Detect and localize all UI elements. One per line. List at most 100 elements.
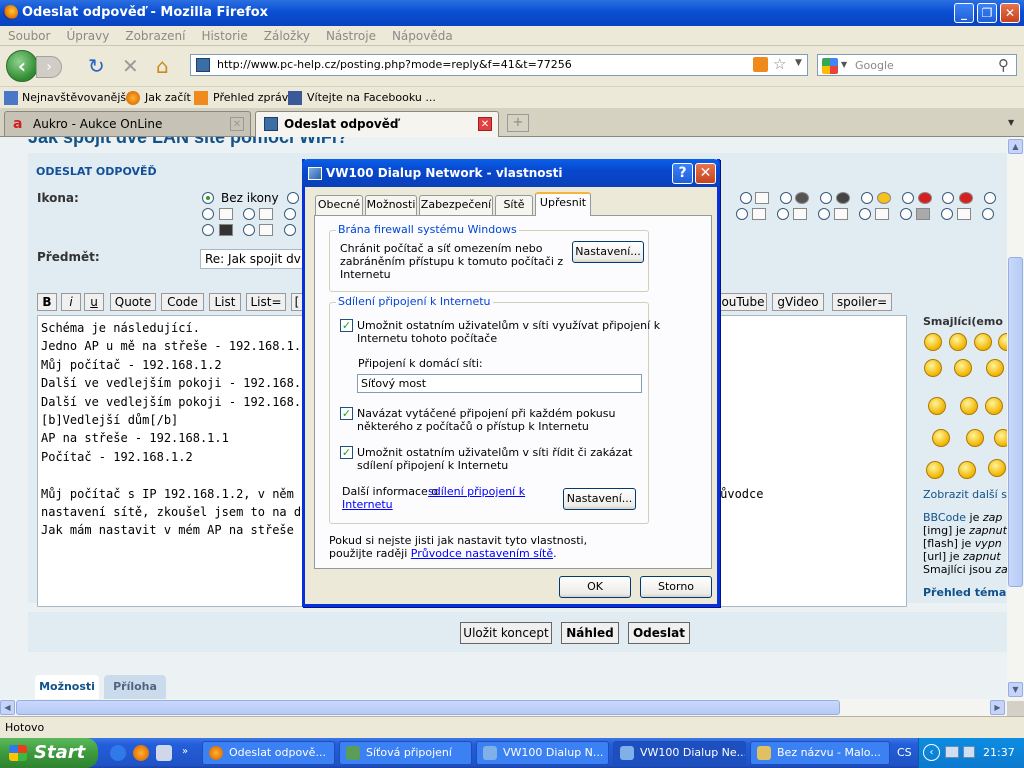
scroll-left-icon[interactable]: ◀ [0, 700, 15, 715]
tray-expand-icon[interactable]: ‹ [923, 744, 940, 761]
new-tab-button[interactable]: + [507, 114, 529, 132]
search-input[interactable]: ▼ Google ⚲ [817, 54, 1017, 76]
start-button[interactable]: Start [0, 738, 98, 768]
forward-button[interactable]: › [36, 56, 62, 78]
smiley-icon[interactable] [949, 333, 967, 351]
icon-radio[interactable] [942, 192, 954, 204]
icon-radio[interactable] [736, 208, 748, 220]
icon-radio[interactable] [777, 208, 789, 220]
preview-button[interactable]: Náhled [561, 622, 619, 644]
search-icon[interactable]: ⚲ [998, 56, 1009, 74]
bookmark-facebook[interactable]: Vítejte na Facebooku ... [307, 91, 436, 104]
firefox-quicklaunch-icon[interactable] [133, 745, 149, 761]
list-button[interactable]: List [209, 293, 241, 311]
topic-overview-link[interactable]: Přehled téma [923, 586, 1007, 599]
minimize-button[interactable]: _ [954, 3, 974, 23]
home-network-select[interactable]: Síťový most [357, 374, 642, 393]
quote-button[interactable]: Quote [110, 293, 156, 311]
smiley-icon[interactable] [924, 333, 942, 351]
icon-radio[interactable] [941, 208, 953, 220]
tab-networking[interactable]: Sítě [495, 195, 533, 215]
smiley-icon[interactable] [985, 397, 1003, 415]
menu-file[interactable]: Soubor [0, 26, 58, 43]
list-numbered-button[interactable]: List= [246, 293, 286, 311]
scroll-down-icon[interactable]: ▼ [1008, 682, 1023, 697]
smiley-icon[interactable] [998, 333, 1007, 351]
horizontal-scrollbar[interactable]: ◀ ▶ [0, 699, 1007, 716]
bookmark-most-visited[interactable]: Nejnavštěvovanější [22, 91, 129, 104]
tab-options[interactable]: Možnosti [35, 675, 99, 701]
smiley-icon[interactable] [974, 333, 992, 351]
window-title-bar[interactable]: Odeslat odpověď - Mozilla Firefox _ ❐ ✕ [0, 0, 1024, 26]
dial-on-demand-checkbox[interactable]: ✓ [340, 407, 353, 420]
code-button[interactable]: Code [161, 293, 204, 311]
smiley-icon[interactable] [986, 359, 1004, 377]
tab-advanced[interactable]: Upřesnit [535, 192, 591, 216]
taskbar-item-network[interactable]: Síťová připojení [339, 741, 472, 765]
no-icon-radio[interactable] [202, 192, 214, 204]
restore-button[interactable]: ❐ [977, 3, 997, 23]
network-wizard-link[interactable]: Průvodce nastavením sítě [411, 547, 553, 560]
icon-radio[interactable] [202, 224, 214, 236]
icon-radio[interactable] [861, 192, 873, 204]
scroll-up-icon[interactable]: ▲ [1008, 139, 1023, 154]
vertical-scrollbar[interactable]: ▲ ▼ [1007, 137, 1024, 701]
tab-attachment[interactable]: Příloha [104, 675, 166, 701]
quicklaunch-more-icon[interactable]: » [182, 746, 188, 757]
bold-button[interactable]: B [37, 293, 57, 311]
bookmark-news[interactable]: Přehled zpráv [213, 91, 288, 104]
save-draft-button[interactable]: Uložit koncept [460, 622, 552, 644]
close-dialog-button[interactable]: ✕ [695, 163, 716, 184]
taskbar-item-paint[interactable]: Bez názvu - Malo... [750, 741, 890, 765]
icon-radio[interactable] [982, 208, 994, 220]
gvideo-button[interactable]: gVideo [772, 293, 824, 311]
spoiler-button[interactable]: spoiler= [832, 293, 892, 311]
submit-button[interactable]: Odeslat [628, 622, 690, 644]
volume-tray-icon[interactable] [963, 746, 975, 758]
icon-radio[interactable] [243, 208, 255, 220]
menu-help[interactable]: Nápověda [384, 26, 461, 43]
menu-view[interactable]: Zobrazení [117, 26, 193, 43]
smiley-icon[interactable] [988, 459, 1006, 477]
menu-tools[interactable]: Nástroje [318, 26, 384, 43]
icon-radio[interactable] [284, 208, 296, 220]
smiley-icon[interactable] [926, 461, 944, 479]
firewall-settings-button[interactable]: Nastavení... [572, 241, 644, 263]
dialog-title-bar[interactable]: VW100 Dialup Network - vlastnosti ? ✕ [302, 159, 720, 187]
horizontal-scroll-thumb[interactable] [16, 700, 840, 715]
icon-radio[interactable] [284, 224, 296, 236]
icon-radio[interactable] [780, 192, 792, 204]
icon-radio[interactable] [859, 208, 871, 220]
bookmark-star-icon[interactable]: ☆ [773, 55, 786, 73]
engine-dropdown-icon[interactable]: ▼ [841, 60, 847, 69]
icon-radio[interactable] [900, 208, 912, 220]
stop-icon[interactable]: ✕ [122, 56, 139, 76]
scroll-right-icon[interactable]: ▶ [990, 700, 1005, 715]
desktop-quicklaunch-icon[interactable] [156, 745, 172, 761]
ok-button[interactable]: OK [559, 576, 631, 598]
tab-list-icon[interactable]: ▼ [1008, 118, 1014, 127]
home-icon[interactable]: ⌂ [156, 56, 169, 76]
underline-button[interactable]: u [84, 293, 104, 311]
smiley-icon[interactable] [924, 359, 942, 377]
tab-options[interactable]: Možnosti [365, 195, 417, 215]
ie-quicklaunch-icon[interactable] [110, 745, 126, 761]
smiley-icon[interactable] [932, 429, 950, 447]
vertical-scroll-thumb[interactable] [1008, 257, 1023, 587]
help-button[interactable]: ? [672, 163, 693, 184]
reload-icon[interactable]: ↻ [88, 56, 105, 76]
icon-radio[interactable] [740, 192, 752, 204]
allow-control-checkbox[interactable]: ✓ [340, 446, 353, 459]
smiley-icon[interactable] [960, 397, 978, 415]
allow-sharing-checkbox[interactable]: ✓ [340, 319, 353, 332]
url-dropdown-icon[interactable]: ▼ [795, 58, 802, 68]
tab-aukro[interactable]: a Aukro - Aukce OnLine ✕ [4, 111, 251, 136]
back-button[interactable]: ‹ [6, 50, 38, 82]
smiley-icon[interactable] [966, 429, 984, 447]
bookmark-getting-started[interactable]: Jak začít [145, 91, 191, 104]
close-window-button[interactable]: ✕ [1000, 3, 1020, 23]
menu-history[interactable]: Historie [193, 26, 255, 43]
icon-radio[interactable] [902, 192, 914, 204]
youtube-button[interactable]: ouTube [719, 293, 767, 311]
clock[interactable]: 21:37 [983, 746, 1015, 759]
